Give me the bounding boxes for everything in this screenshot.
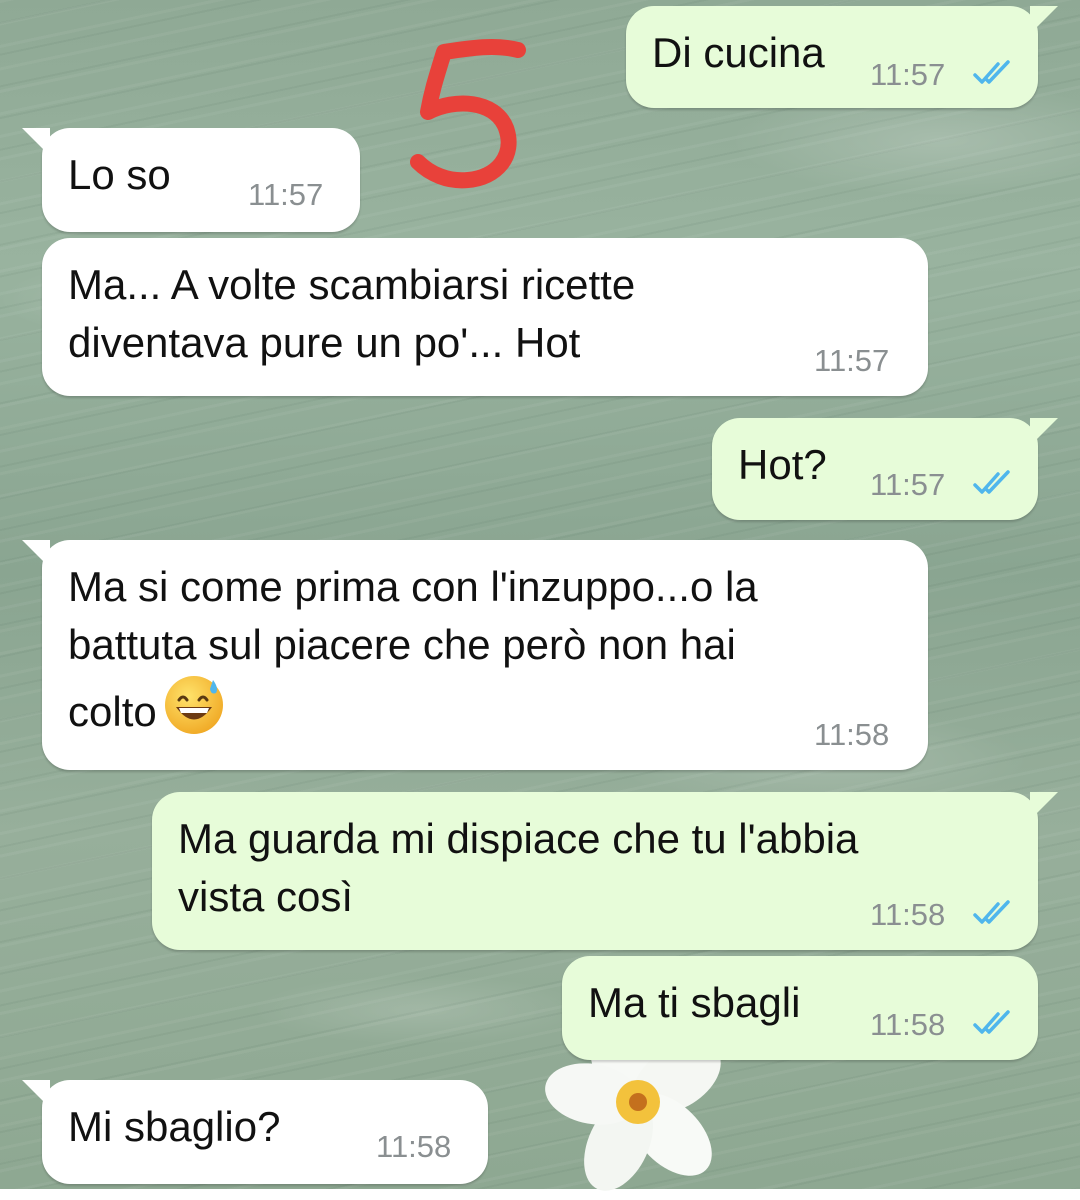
message-text: Di cucina (652, 29, 825, 76)
message-bubble-outgoing[interactable]: Ma ti sbagli 11:58 (562, 956, 1038, 1060)
message-time: 11:58 (870, 1007, 946, 1042)
message-text: Lo so (68, 151, 171, 198)
message-time: 11:58 (814, 717, 890, 752)
message-text: Ma guarda mi dispiace che tu l'abbia vis… (178, 815, 859, 920)
message-time: 11:57 (870, 467, 946, 502)
message-time: 11:58 (870, 897, 946, 932)
message-text: Ma si come prima con l'inzuppo...o la ba… (68, 558, 758, 741)
message-bubble-incoming[interactable]: Ma... A volte scambiarsi ricette diventa… (42, 238, 928, 396)
message-time: 11:57 (870, 57, 946, 92)
double-check-icon (973, 900, 1010, 924)
handwritten-number-annotation (410, 38, 526, 189)
message-time: 11:57 (814, 343, 890, 378)
message-bubble-incoming[interactable]: Ma si come prima con l'inzuppo...o la ba… (22, 540, 928, 770)
message-text: Ma ti sbagli (588, 979, 801, 1026)
message-time: 11:58 (376, 1129, 452, 1164)
message-text: Hot? (738, 441, 827, 488)
message-bubble-outgoing[interactable]: Di cucina 11:57 (626, 6, 1058, 108)
message-text: Ma... A volte scambiarsi ricette diventa… (68, 261, 636, 366)
message-bubble-outgoing[interactable]: Hot? 11:57 (712, 418, 1058, 520)
grinning-face-with-sweat-icon (164, 676, 223, 734)
message-time: 11:57 (248, 177, 324, 212)
message-text: Mi sbaglio? (68, 1103, 281, 1150)
message-bubble-incoming[interactable]: Mi sbaglio? 11:58 (22, 1080, 488, 1184)
message-bubble-incoming[interactable]: Lo so 11:57 (22, 128, 360, 232)
double-check-icon (973, 1010, 1010, 1034)
message-bubble-outgoing[interactable]: Ma guarda mi dispiace che tu l'abbia vis… (152, 792, 1058, 950)
double-check-icon (973, 60, 1010, 84)
double-check-icon (973, 470, 1010, 494)
